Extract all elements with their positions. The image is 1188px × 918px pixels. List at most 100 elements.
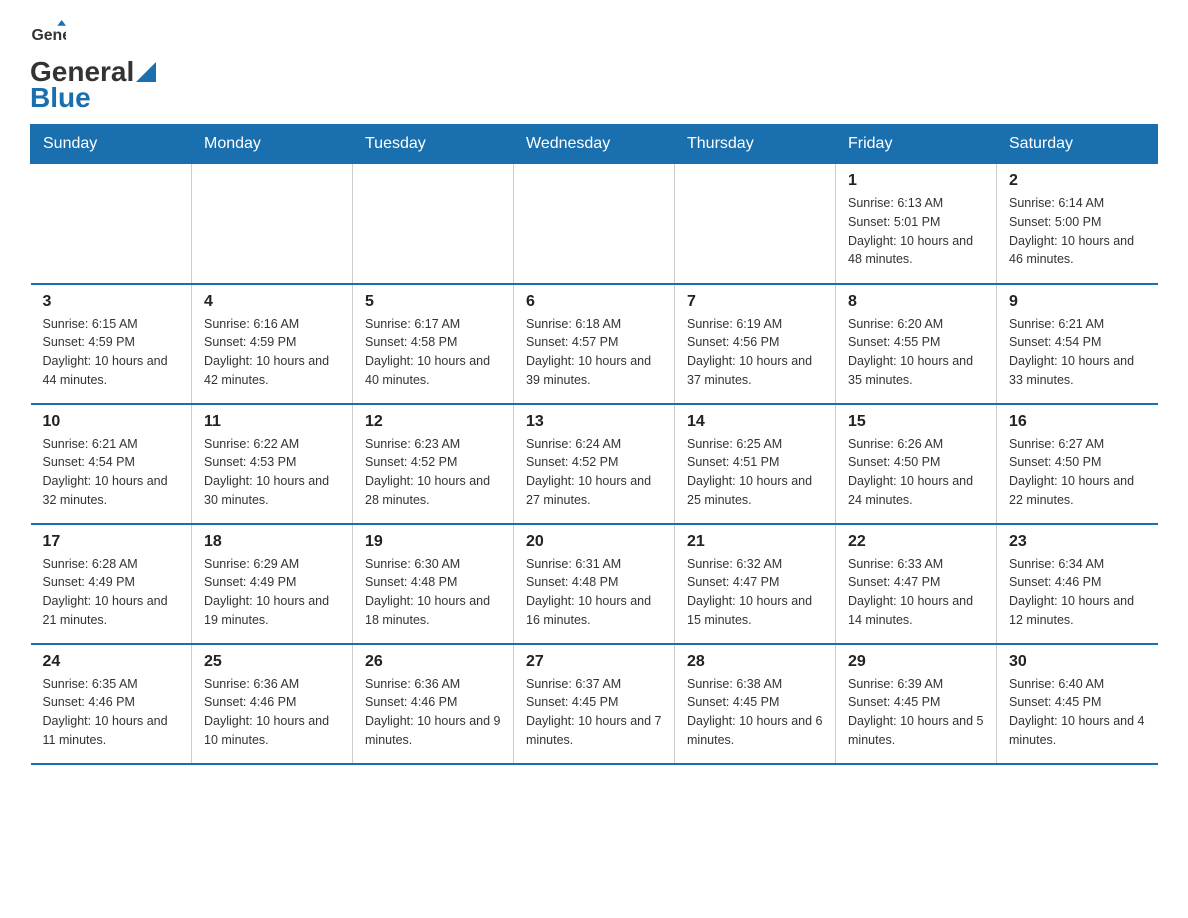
calendar-cell: 4 Sunrise: 6:16 AM Sunset: 4:59 PM Daylig… xyxy=(192,284,353,404)
day-number: 29 xyxy=(848,653,984,671)
day-number: 5 xyxy=(365,293,501,311)
calendar-cell: 21 Sunrise: 6:32 AM Sunset: 4:47 PM Dayli… xyxy=(675,524,836,644)
day-info: Sunrise: 6:16 AM Sunset: 4:59 PM Dayligh… xyxy=(204,315,340,390)
col-saturday: Saturday xyxy=(997,125,1158,164)
calendar-cell: 9 Sunrise: 6:21 AM Sunset: 4:54 PM Daylig… xyxy=(997,284,1158,404)
col-sunday: Sunday xyxy=(31,125,192,164)
col-wednesday: Wednesday xyxy=(514,125,675,164)
day-number: 9 xyxy=(1009,293,1146,311)
calendar-week-2: 3 Sunrise: 6:15 AM Sunset: 4:59 PM Daylig… xyxy=(31,284,1158,404)
day-info: Sunrise: 6:17 AM Sunset: 4:58 PM Dayligh… xyxy=(365,315,501,390)
calendar-cell xyxy=(353,164,514,284)
day-number: 25 xyxy=(204,653,340,671)
calendar-cell: 20 Sunrise: 6:31 AM Sunset: 4:48 PM Dayli… xyxy=(514,524,675,644)
day-info: Sunrise: 6:23 AM Sunset: 4:52 PM Dayligh… xyxy=(365,435,501,510)
day-number: 3 xyxy=(43,293,180,311)
calendar-cell xyxy=(675,164,836,284)
calendar-cell: 10 Sunrise: 6:21 AM Sunset: 4:54 PM Dayli… xyxy=(31,404,192,524)
day-number: 14 xyxy=(687,413,823,431)
day-info: Sunrise: 6:32 AM Sunset: 4:47 PM Dayligh… xyxy=(687,555,823,630)
day-info: Sunrise: 6:15 AM Sunset: 4:59 PM Dayligh… xyxy=(43,315,180,390)
calendar-cell: 26 Sunrise: 6:36 AM Sunset: 4:46 PM Dayli… xyxy=(353,644,514,764)
day-number: 6 xyxy=(526,293,662,311)
day-number: 21 xyxy=(687,533,823,551)
col-monday: Monday xyxy=(192,125,353,164)
day-number: 8 xyxy=(848,293,984,311)
col-thursday: Thursday xyxy=(675,125,836,164)
day-info: Sunrise: 6:36 AM Sunset: 4:46 PM Dayligh… xyxy=(365,675,501,750)
day-number: 12 xyxy=(365,413,501,431)
day-number: 23 xyxy=(1009,533,1146,551)
col-tuesday: Tuesday xyxy=(353,125,514,164)
calendar-table: Sunday Monday Tuesday Wednesday Thursday… xyxy=(30,124,1158,765)
day-number: 11 xyxy=(204,413,340,431)
calendar-cell xyxy=(31,164,192,284)
calendar-cell: 1 Sunrise: 6:13 AM Sunset: 5:01 PM Daylig… xyxy=(836,164,997,284)
day-info: Sunrise: 6:40 AM Sunset: 4:45 PM Dayligh… xyxy=(1009,675,1146,750)
day-info: Sunrise: 6:13 AM Sunset: 5:01 PM Dayligh… xyxy=(848,194,984,269)
calendar-cell: 6 Sunrise: 6:18 AM Sunset: 4:57 PM Daylig… xyxy=(514,284,675,404)
calendar-cell: 15Sunrise: 6:26 AM Sunset: 4:50 PM Dayli… xyxy=(836,404,997,524)
calendar-week-4: 17 Sunrise: 6:28 AM Sunset: 4:49 PM Dayli… xyxy=(31,524,1158,644)
calendar-cell: 7Sunrise: 6:19 AM Sunset: 4:56 PM Daylig… xyxy=(675,284,836,404)
calendar-cell: 2Sunrise: 6:14 AM Sunset: 5:00 PM Daylig… xyxy=(997,164,1158,284)
day-number: 20 xyxy=(526,533,662,551)
calendar-cell: 23Sunrise: 6:34 AM Sunset: 4:46 PM Dayli… xyxy=(997,524,1158,644)
day-info: Sunrise: 6:35 AM Sunset: 4:46 PM Dayligh… xyxy=(43,675,180,750)
day-number: 15 xyxy=(848,413,984,431)
logo: General General Blue xyxy=(30,20,156,114)
day-number: 7 xyxy=(687,293,823,311)
calendar-week-3: 10 Sunrise: 6:21 AM Sunset: 4:54 PM Dayli… xyxy=(31,404,1158,524)
calendar-cell: 12 Sunrise: 6:23 AM Sunset: 4:52 PM Dayli… xyxy=(353,404,514,524)
calendar-cell xyxy=(192,164,353,284)
day-info: Sunrise: 6:39 AM Sunset: 4:45 PM Dayligh… xyxy=(848,675,984,750)
calendar-cell: 30 Sunrise: 6:40 AM Sunset: 4:45 PM Dayli… xyxy=(997,644,1158,764)
day-number: 1 xyxy=(848,172,984,190)
day-info: Sunrise: 6:37 AM Sunset: 4:45 PM Dayligh… xyxy=(526,675,662,750)
calendar-week-5: 24 Sunrise: 6:35 AM Sunset: 4:46 PM Dayli… xyxy=(31,644,1158,764)
day-number: 10 xyxy=(43,413,180,431)
day-number: 17 xyxy=(43,533,180,551)
calendar-body: 1 Sunrise: 6:13 AM Sunset: 5:01 PM Daylig… xyxy=(31,164,1158,764)
day-info: Sunrise: 6:21 AM Sunset: 4:54 PM Dayligh… xyxy=(1009,315,1146,390)
calendar-cell: 8 Sunrise: 6:20 AM Sunset: 4:55 PM Daylig… xyxy=(836,284,997,404)
calendar-cell: 11Sunrise: 6:22 AM Sunset: 4:53 PM Dayli… xyxy=(192,404,353,524)
calendar-week-1: 1 Sunrise: 6:13 AM Sunset: 5:01 PM Daylig… xyxy=(31,164,1158,284)
logo-icon: General xyxy=(30,20,66,56)
calendar-cell: 19Sunrise: 6:30 AM Sunset: 4:48 PM Dayli… xyxy=(353,524,514,644)
calendar-cell: 14 Sunrise: 6:25 AM Sunset: 4:51 PM Dayli… xyxy=(675,404,836,524)
calendar-cell xyxy=(514,164,675,284)
calendar-cell: 29 Sunrise: 6:39 AM Sunset: 4:45 PM Dayli… xyxy=(836,644,997,764)
day-number: 13 xyxy=(526,413,662,431)
calendar-cell: 24 Sunrise: 6:35 AM Sunset: 4:46 PM Dayli… xyxy=(31,644,192,764)
day-info: Sunrise: 6:20 AM Sunset: 4:55 PM Dayligh… xyxy=(848,315,984,390)
day-info: Sunrise: 6:31 AM Sunset: 4:48 PM Dayligh… xyxy=(526,555,662,630)
day-number: 26 xyxy=(365,653,501,671)
calendar-cell: 13 Sunrise: 6:24 AM Sunset: 4:52 PM Dayli… xyxy=(514,404,675,524)
page-header: General General Blue xyxy=(30,20,1158,114)
day-info: Sunrise: 6:25 AM Sunset: 4:51 PM Dayligh… xyxy=(687,435,823,510)
calendar-cell: 18 Sunrise: 6:29 AM Sunset: 4:49 PM Dayli… xyxy=(192,524,353,644)
logo-blue: Blue xyxy=(30,82,156,114)
calendar-header: Sunday Monday Tuesday Wednesday Thursday… xyxy=(31,125,1158,164)
day-number: 24 xyxy=(43,653,180,671)
day-number: 30 xyxy=(1009,653,1146,671)
day-number: 22 xyxy=(848,533,984,551)
calendar-cell: 16Sunrise: 6:27 AM Sunset: 4:50 PM Dayli… xyxy=(997,404,1158,524)
calendar-cell: 22 Sunrise: 6:33 AM Sunset: 4:47 PM Dayli… xyxy=(836,524,997,644)
day-info: Sunrise: 6:28 AM Sunset: 4:49 PM Dayligh… xyxy=(43,555,180,630)
calendar-cell: 27Sunrise: 6:37 AM Sunset: 4:45 PM Dayli… xyxy=(514,644,675,764)
col-friday: Friday xyxy=(836,125,997,164)
day-info: Sunrise: 6:33 AM Sunset: 4:47 PM Dayligh… xyxy=(848,555,984,630)
day-info: Sunrise: 6:29 AM Sunset: 4:49 PM Dayligh… xyxy=(204,555,340,630)
calendar-cell: 25Sunrise: 6:36 AM Sunset: 4:46 PM Dayli… xyxy=(192,644,353,764)
day-info: Sunrise: 6:21 AM Sunset: 4:54 PM Dayligh… xyxy=(43,435,180,510)
calendar-cell: 17 Sunrise: 6:28 AM Sunset: 4:49 PM Dayli… xyxy=(31,524,192,644)
day-number: 18 xyxy=(204,533,340,551)
day-info: Sunrise: 6:18 AM Sunset: 4:57 PM Dayligh… xyxy=(526,315,662,390)
calendar-cell: 28Sunrise: 6:38 AM Sunset: 4:45 PM Dayli… xyxy=(675,644,836,764)
day-info: Sunrise: 6:24 AM Sunset: 4:52 PM Dayligh… xyxy=(526,435,662,510)
logo-triangle-icon xyxy=(136,62,156,82)
day-number: 4 xyxy=(204,293,340,311)
day-number: 2 xyxy=(1009,172,1146,190)
